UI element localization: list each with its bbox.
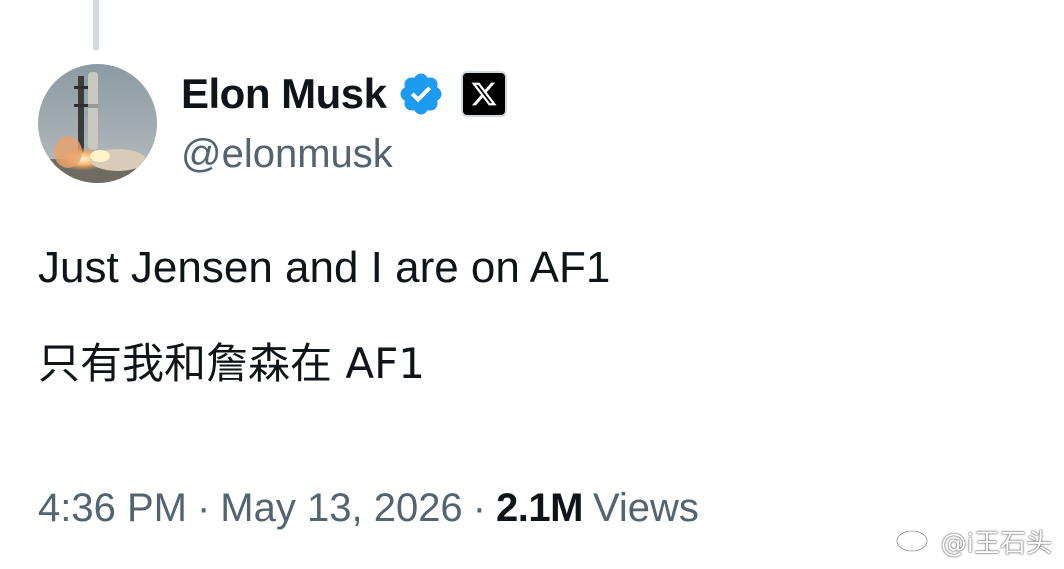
x-logo-icon[interactable] — [460, 71, 507, 117]
author-name-row: Elon Musk — [181, 66, 507, 122]
display-name[interactable]: Elon Musk — [181, 66, 387, 122]
weibo-logo-icon — [895, 522, 935, 561]
tweet-text-line-2: 只有我和詹森在 AF1 — [38, 339, 425, 388]
starship-launch-avatar-icon — [38, 64, 157, 183]
thread-connector-line — [93, 0, 99, 50]
tweet-text-line-1: Just Jensen and I are on AF1 — [38, 243, 611, 292]
tweet-time[interactable]: 4:36 PM — [38, 486, 187, 530]
watermark: @i王石头 — [895, 522, 1052, 561]
avatar[interactable] — [38, 64, 157, 183]
tweet-meta: 4:36 PM · May 13, 2026 · 2.1M Views — [38, 480, 699, 536]
views-label: Views — [592, 486, 699, 530]
author-handle[interactable]: @elonmusk — [181, 128, 393, 180]
views-count: 2.1M — [496, 486, 583, 530]
meta-separator: · — [196, 486, 211, 530]
meta-separator: · — [472, 486, 487, 530]
tweet-card: Elon Musk @elonmusk Just Jensen and I ar… — [0, 0, 1064, 569]
tweet-date[interactable]: May 13, 2026 — [220, 486, 462, 530]
verified-badge-icon[interactable] — [397, 70, 445, 118]
watermark-text: @i王石头 — [940, 529, 1052, 559]
